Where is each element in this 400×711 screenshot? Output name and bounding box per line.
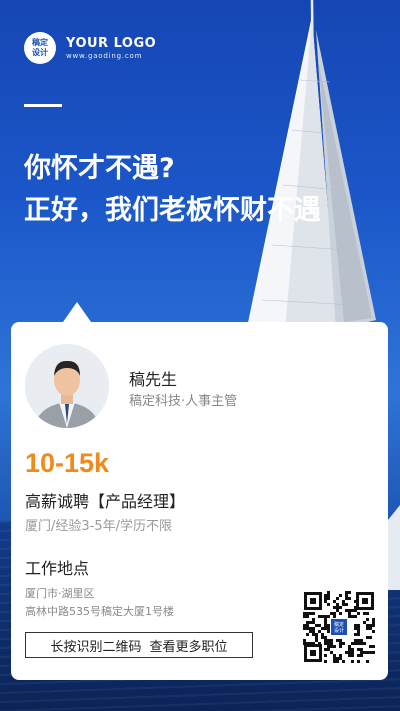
- cta-scan-label: 长按识别二维码: [50, 639, 142, 655]
- location-district: 厦门市·湖里区: [25, 587, 95, 600]
- contact-name: 稿先生: [129, 370, 178, 389]
- cta-more-label: 查看更多职位: [149, 639, 228, 655]
- job-title: 高薪诚聘【产品经理】: [25, 492, 186, 511]
- logo-badge-line1: 稿定: [32, 38, 48, 47]
- accent-divider: [24, 104, 62, 107]
- qr-center-line1: 稿定: [334, 621, 344, 628]
- logo-badge: 稿定 设计: [24, 32, 56, 64]
- logo-url: www.gaoding.com: [66, 51, 143, 60]
- headline: 你怀才不遇? 正好，我们老板怀财不遇: [24, 148, 321, 232]
- scan-qr-button[interactable]: 长按识别二维码 查看更多职位: [25, 632, 253, 658]
- location-address: 高林中路535号稿定大厦1号楼: [25, 605, 174, 618]
- avatar-person-icon: [25, 344, 109, 428]
- card-notch: [63, 302, 91, 322]
- logo-name: YOUR LOGO: [66, 35, 157, 51]
- logo-badge-line2: 设计: [32, 48, 48, 57]
- contact-title: 稿定科技·人事主管: [129, 394, 238, 409]
- qr-center-line2: 设计: [334, 627, 344, 634]
- job-card: 稿先生 稿定科技·人事主管 10-15k 高薪诚聘【产品经理】 厦门/经验3-5…: [11, 302, 388, 680]
- brand-logo: 稿定 设计 YOUR LOGO www.gaoding.com: [24, 32, 156, 64]
- headline-line2: 正好，我们老板怀财不遇: [24, 195, 321, 226]
- salary: 10-15k: [25, 448, 110, 478]
- location-heading: 工作地点: [25, 559, 90, 578]
- job-meta: 厦门/经验3-5年/学历不限: [25, 519, 172, 534]
- recruitment-poster: 稿定 设计 YOUR LOGO www.gaoding.com 你怀才不遇? 正…: [0, 0, 400, 711]
- qr-code[interactable]: 稿定 设计: [302, 590, 376, 664]
- headline-line1: 你怀才不遇?: [24, 153, 175, 184]
- avatar: [25, 344, 109, 428]
